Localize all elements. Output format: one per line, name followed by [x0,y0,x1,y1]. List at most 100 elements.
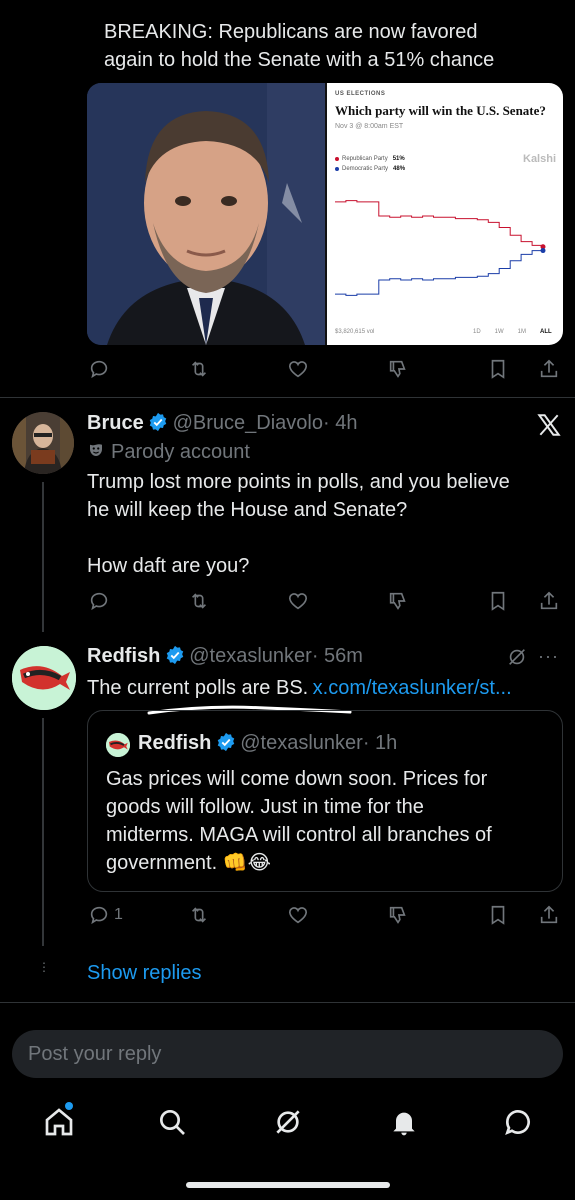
reply-icon [88,358,110,380]
parody-label: Parody account [87,441,250,464]
chart-title: Which party will win the U.S. Senate? [335,103,546,118]
author-handle[interactable]: @texaslunker [189,645,312,667]
parody-text: Parody account [111,441,250,463]
tweet-time[interactable]: · 56m [312,645,363,667]
reply-button[interactable] [88,358,110,380]
series-line-republican [335,200,544,247]
author-name[interactable]: Redfish [87,645,160,667]
reply-icon [88,904,110,926]
tweet-text-line: again to hold the Senate with a 51% chan… [104,49,495,71]
tweet-media[interactable]: US ELECTIONS Which party will win the U.… [87,83,563,345]
messages-icon[interactable] [502,1106,534,1143]
bookmark-button[interactable] [487,358,509,380]
notifications-icon[interactable] [388,1106,420,1143]
avatar[interactable] [12,412,74,474]
legend-rep: Republican Party 51% [335,156,405,162]
range-1m[interactable]: 1M [518,329,526,335]
thumbs-down-icon [387,904,409,926]
bookmark-icon [487,358,509,380]
quote-avatar [106,733,130,757]
chart-date: Nov 3 @ 8:00am EST [335,123,404,130]
range-1d[interactable]: 1D [473,329,481,335]
bookmark-button[interactable] [487,590,509,612]
tweet-text: The current polls are BS. x.com/texaslun… [87,674,512,702]
repost-icon [188,358,210,380]
reply-count: 1 [114,906,123,923]
verified-badge-icon [216,732,236,752]
legend-rep-value: 51% [392,156,405,162]
range-all[interactable]: ALL [540,329,552,335]
share-icon [538,904,560,926]
thumbs-down-icon [387,590,409,612]
portrait-photo[interactable] [87,83,325,345]
dislike-button[interactable] [387,358,409,380]
quoted-tweet[interactable]: Redfish @texaslunker· 1h Gas prices will… [87,710,563,892]
repost-button[interactable] [188,904,210,926]
bookmark-button[interactable] [487,904,509,926]
tweet-link[interactable]: x.com/texaslunker/st... [313,677,512,699]
like-button[interactable] [287,904,309,926]
tweet-text-plain: The current polls are BS. [87,677,309,699]
verified-badge-icon [165,645,185,665]
bookmark-icon [487,590,509,612]
quote-text-line: government. 👊😂 [106,852,271,874]
author-handle[interactable]: @Bruce_Diavolo [173,412,323,434]
like-button[interactable] [287,358,309,380]
repost-button[interactable] [188,358,210,380]
quote-author-name: Redfish [138,732,212,754]
quote-text-line: goods will follow. Just in time for the [106,796,424,818]
avatar[interactable] [12,646,76,710]
quote-text-line: midterms. MAGA will control all branches… [106,824,492,846]
author-name[interactable]: Bruce [87,412,144,434]
search-icon[interactable] [156,1106,188,1143]
repost-button[interactable] [188,590,210,612]
grok-icon[interactable] [506,646,528,673]
tweet-text-line: Trump lost more points in polls, and you… [87,471,510,493]
bookmark-icon [487,904,509,926]
share-icon [538,590,560,612]
tweet-text-line: How daft are you? [87,555,250,577]
reply-input[interactable]: Post your reply [12,1030,563,1078]
thumbs-down-icon [387,358,409,380]
chart-card[interactable]: US ELECTIONS Which party will win the U.… [327,83,563,345]
divider [0,1002,575,1003]
reply-button[interactable] [88,590,110,612]
quote-header: Redfish @texaslunker· 1h [138,732,397,755]
home-icon[interactable] [43,1102,75,1143]
senate-chart-plot [335,200,546,296]
chart-kicker: US ELECTIONS [335,91,386,97]
heart-icon [287,358,309,380]
legend-dem-value: 48% [393,166,406,172]
thread-line [42,718,44,946]
chart-volume: $3,820,615 vol [335,329,375,335]
legend-dem-label: Democratic Party [342,166,389,172]
dislike-button[interactable] [387,590,409,612]
reply-placeholder: Post your reply [28,1043,162,1065]
divider [0,397,575,398]
tweet-header: Bruce @Bruce_Diavolo· 4h [87,412,357,435]
series-line-democratic [335,250,543,296]
heart-icon [287,590,309,612]
repost-icon [188,904,210,926]
dislike-button[interactable] [387,904,409,926]
tweet-text-line: BREAKING: Republicans are now favored [104,21,478,43]
quote-text-line: Gas prices will come down soon. Prices f… [106,768,488,790]
more-options-icon[interactable]: ··· [538,646,559,667]
share-button[interactable] [538,358,560,380]
range-1w[interactable]: 1W [495,329,504,335]
reply-button[interactable]: 1 [88,904,123,926]
quote-author-handle: @texaslunker [240,732,363,754]
show-replies-link[interactable]: Show replies [87,962,202,985]
share-button[interactable] [538,904,560,926]
verified-badge-icon [148,412,168,432]
share-button[interactable] [538,590,560,612]
grok-icon[interactable] [272,1106,304,1143]
bottom-nav [0,1094,575,1200]
tweet-time[interactable]: · 4h [323,412,357,434]
repost-icon [188,590,210,612]
legend-dem: Democratic Party 48% [335,166,405,172]
tweet-header: Redfish @texaslunker· 56m [87,645,363,668]
x-logo-icon[interactable] [536,412,562,443]
notification-dot [65,1102,73,1110]
like-button[interactable] [287,590,309,612]
